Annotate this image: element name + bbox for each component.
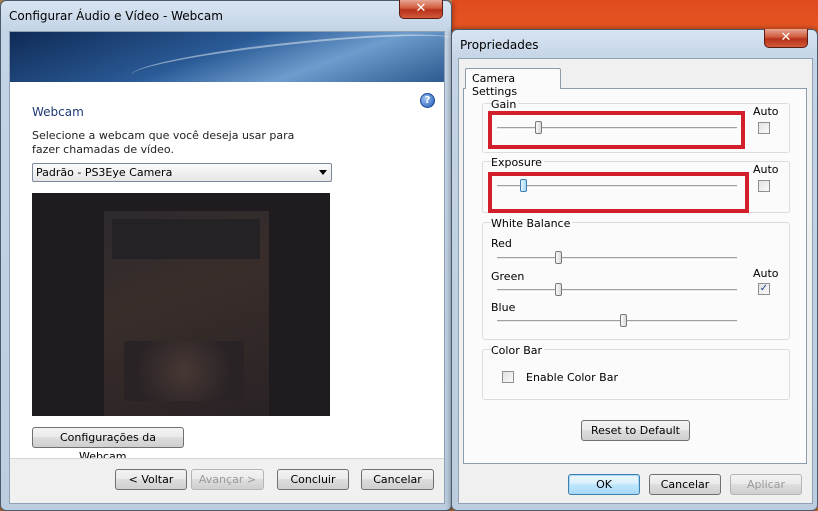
color-bar-label: Color Bar [491, 344, 545, 357]
back-label: < Voltar [128, 473, 174, 486]
window-title: Configurar Áudio e Vídeo - Webcam [9, 9, 223, 23]
gain-auto-checkbox[interactable] [758, 122, 770, 134]
green-label: Green [491, 270, 525, 283]
reset-label: Reset to Default [591, 424, 680, 437]
green-slider-thumb[interactable] [555, 283, 562, 296]
camera-select-value: Padrão - PS3Eye Camera [36, 166, 173, 179]
ok-label: OK [596, 478, 612, 491]
next-button[interactable]: Avançar > [191, 469, 264, 490]
finish-label: Concluir [290, 473, 336, 486]
enable-color-bar-label[interactable]: Enable Color Bar [526, 371, 618, 384]
white-balance-auto-label: Auto [753, 267, 779, 280]
close-button[interactable]: ✕ [399, 0, 443, 19]
window-title: Propriedades [460, 38, 539, 52]
blue-label: Blue [491, 301, 516, 314]
gain-auto-label: Auto [753, 105, 779, 118]
blue-slider-thumb[interactable] [620, 314, 627, 327]
help-icon[interactable]: ? [420, 93, 435, 108]
apply-label: Aplicar [747, 478, 785, 491]
red-slider-track[interactable] [497, 257, 737, 260]
exposure-label: Exposure [491, 156, 544, 169]
wizard-footer: < Voltar Avançar > Concluir Cancelar [10, 458, 444, 503]
cancel-label: Cancelar [373, 473, 422, 486]
back-button[interactable]: < Voltar [115, 469, 187, 490]
preview-image [104, 211, 269, 416]
exposure-auto-checkbox[interactable] [758, 180, 770, 192]
cancel-label: Cancelar [660, 478, 710, 491]
close-icon: ✕ [415, 1, 427, 16]
white-balance-label: White Balance [491, 217, 573, 230]
white-balance-group: White Balance Red Green Auto ✓ Blue [482, 217, 790, 340]
properties-window: Propriedades ✕ Camera Settings Gain Auto… [451, 29, 818, 511]
annotation-highlight-gain [488, 111, 745, 149]
cancel-button[interactable]: Cancelar [649, 474, 721, 495]
section-heading: Webcam [32, 105, 84, 119]
white-balance-auto-checkbox[interactable]: ✓ [758, 283, 770, 295]
wizard-banner [10, 32, 444, 82]
enable-color-bar-checkbox[interactable] [502, 371, 514, 383]
close-icon: ✕ [780, 30, 792, 45]
red-slider-thumb[interactable] [555, 251, 562, 264]
reset-to-default-button[interactable]: Reset to Default [581, 420, 690, 441]
blue-slider-track[interactable] [497, 320, 737, 323]
color-bar-group: Color Bar Enable Color Bar [482, 344, 790, 400]
exposure-auto-label: Auto [753, 163, 779, 176]
annotation-highlight-exposure [488, 172, 749, 213]
webcam-settings-button[interactable]: Configurações da Webcam... [32, 427, 184, 463]
tab-camera-settings[interactable]: Camera Settings [465, 68, 561, 98]
ok-button[interactable]: OK [568, 474, 640, 495]
close-button[interactable]: ✕ [764, 29, 808, 48]
tab-label: Camera Settings [472, 72, 518, 98]
chevron-down-icon [319, 170, 327, 175]
instruction-text: Selecione a webcam que você deseja usar … [32, 129, 295, 156]
cancel-button[interactable]: Cancelar [361, 469, 434, 490]
camera-select[interactable]: Padrão - PS3Eye Camera [32, 163, 332, 182]
next-label: Avançar > [198, 473, 257, 486]
wizard-client-area: Webcam ? Selecione a webcam que você des… [9, 31, 445, 504]
finish-button[interactable]: Concluir [277, 469, 349, 490]
red-label: Red [491, 237, 512, 250]
gain-label: Gain [491, 98, 519, 111]
webcam-preview [32, 193, 330, 416]
apply-button[interactable]: Aplicar [730, 474, 802, 495]
green-slider-track[interactable] [497, 289, 737, 292]
webcam-wizard-window: Configurar Áudio e Vídeo - Webcam ✕ Webc… [0, 0, 452, 511]
